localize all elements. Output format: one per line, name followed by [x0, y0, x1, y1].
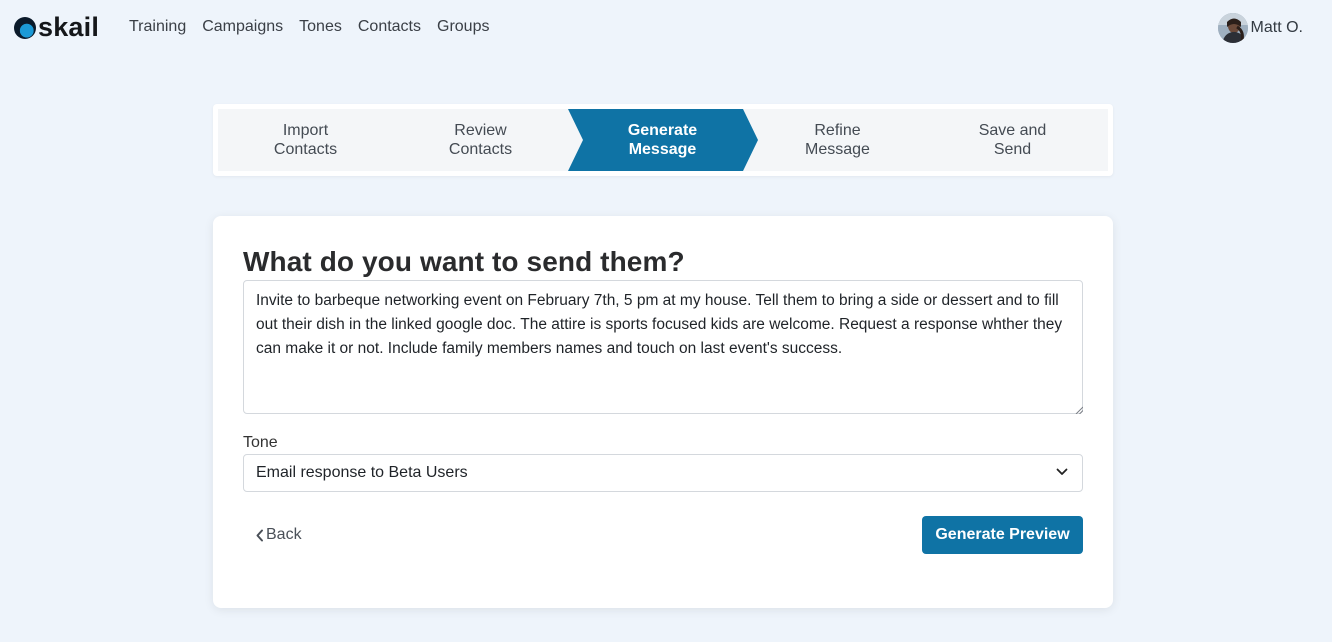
message-card: What do you want to send them? Tone Emai… — [213, 216, 1113, 608]
nav-link-campaigns[interactable]: Campaigns — [202, 16, 283, 38]
step-refine-message[interactable]: Refine Message — [750, 109, 925, 171]
step-save-and-send[interactable]: Save and Send — [925, 109, 1100, 171]
nav-link-groups[interactable]: Groups — [437, 16, 489, 38]
user-menu[interactable]: Matt O. — [1217, 13, 1303, 43]
skail-logo[interactable]: skail — [14, 12, 99, 42]
chevron-down-icon — [1056, 468, 1068, 475]
step-review-contacts[interactable]: Review Contacts — [393, 109, 568, 171]
nav-link-training[interactable]: Training — [129, 16, 186, 38]
nav-link-tones[interactable]: Tones — [299, 16, 342, 38]
step-label: Refine Message — [805, 122, 870, 158]
step-label: Generate Message — [627, 122, 698, 158]
tone-select[interactable]: Email response to Beta Users — [243, 454, 1083, 492]
step-import-contacts[interactable]: Import Contacts — [218, 109, 393, 171]
resize-handle-icon[interactable] — [1075, 406, 1083, 414]
brand-name: skail — [38, 12, 100, 42]
back-button[interactable]: Back — [255, 526, 302, 544]
page-title: What do you want to send them? — [243, 246, 685, 277]
chevron-left-icon — [256, 529, 263, 541]
step-generate-message[interactable]: Generate Message — [575, 109, 750, 171]
avatar — [1217, 13, 1248, 43]
generate-preview-button[interactable]: Generate Preview — [922, 516, 1083, 554]
progress-stepper: Import Contacts Review Contacts Generate… — [213, 104, 1113, 176]
step-label: Import Contacts — [273, 122, 338, 158]
nav-link-contacts[interactable]: Contacts — [358, 16, 421, 38]
logo-mark-icon — [14, 17, 36, 39]
back-label: Back — [266, 526, 302, 543]
step-label: Review Contacts — [448, 122, 513, 158]
tone-label: Tone — [243, 434, 278, 451]
step-label: Save and Send — [978, 122, 1047, 158]
stepper-track: Import Contacts Review Contacts Generate… — [218, 109, 1108, 171]
user-name: Matt O. — [1250, 19, 1303, 36]
top-nav: skail Training Campaigns Tones Contacts … — [0, 0, 1332, 56]
tone-selected-value: Email response to Beta Users — [256, 464, 468, 481]
nav-links: Training Campaigns Tones Contacts Groups — [129, 16, 505, 38]
message-input[interactable] — [243, 280, 1083, 414]
